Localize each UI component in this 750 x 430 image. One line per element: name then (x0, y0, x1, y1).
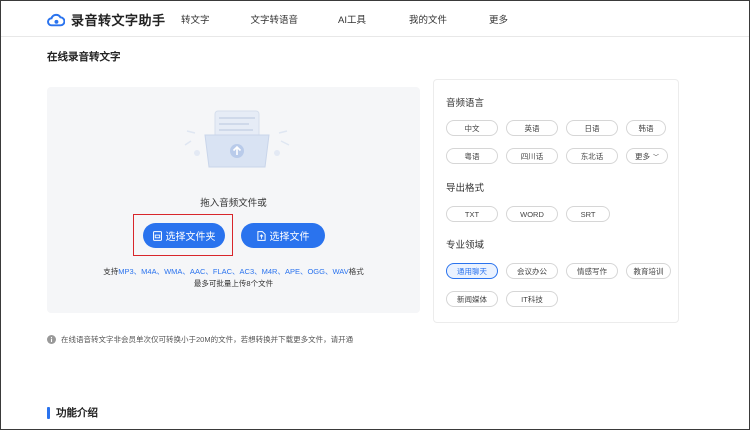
upload-limit: 最多可批量上传8个文件 (193, 279, 274, 288)
lang-option-korean[interactable]: 韩语 (626, 120, 666, 136)
nav-item-ai-tools[interactable]: AI工具 (338, 12, 366, 26)
cloud-logo-icon (47, 13, 65, 26)
section-title: 功能介绍 (56, 407, 98, 419)
nav-item-my-files[interactable]: 我的文件 (409, 12, 447, 26)
supported-formats: 支持MP3、M4A、WMA、AAC、FLAC、AC3、M4R、APE、OGG、W… (103, 267, 364, 276)
select-folder-label: 选择文件夹 (165, 232, 216, 243)
nav-item-more[interactable]: 更多 (489, 12, 508, 26)
lang-option-japanese[interactable]: 日语 (566, 120, 618, 136)
domain-option-meeting[interactable]: 会议办公 (506, 263, 558, 279)
export-title: 导出格式 (446, 183, 485, 194)
page-title: 在线录音转文字 (47, 51, 121, 63)
lang-more-dropdown[interactable]: 更多 ﹀ (626, 148, 668, 164)
notice-text: 在线语音转文字非会员单次仅可转换小于20M的文件，若想转换并下载更多文件，请开通 (61, 335, 354, 344)
member-notice: 在线语音转文字非会员单次仅可转换小于20M的文件，若想转换并下载更多文件，请开通 (47, 334, 353, 345)
features-section-heading: 功能介绍 (47, 405, 98, 420)
folder-icon (152, 230, 162, 241)
export-option-word[interactable]: WORD (506, 206, 558, 222)
app-logo[interactable]: 录音转文字助手 (47, 10, 166, 29)
lang-option-sichuanese[interactable]: 四川话 (506, 148, 558, 164)
domain-option-emotional-writing[interactable]: 情感写作 (566, 263, 618, 279)
nav-item-transcribe[interactable]: 转文字 (181, 12, 210, 26)
domain-option-education[interactable]: 教育培训 (626, 263, 671, 279)
app-title: 录音转文字助手 (71, 13, 166, 28)
upload-dropzone[interactable]: 拖入音频文件或 选择文件夹 选择文件 支持MP3、M4A、WMA、AAC、FLA… (47, 87, 420, 313)
domain-option-it-tech[interactable]: IT科技 (506, 291, 558, 307)
lang-option-chinese[interactable]: 中文 (446, 120, 498, 136)
drag-drop-hint: 拖入音频文件或 (200, 198, 267, 209)
options-panel: 音频语言 中文 英语 日语 韩语 粤语 四川话 东北话 更多 ﹀ 导出格式 TXT… (433, 79, 679, 323)
domain-title: 专业领域 (446, 240, 485, 251)
language-title: 音频语言 (446, 98, 485, 109)
main-nav: 转文字 文字转语音 AI工具 我的文件 更多 (181, 12, 508, 26)
select-folder-button[interactable]: 选择文件夹 (143, 223, 225, 248)
chevron-down-icon: ﹀ (652, 154, 659, 161)
formats-list: MP3、M4A、WMA、AAC、FLAC、AC3、M4R、APE、OGG、WAV (118, 267, 349, 276)
lang-option-english[interactable]: 英语 (506, 120, 558, 136)
domain-option-news-media[interactable]: 新闻媒体 (446, 291, 498, 307)
section-accent-bar (47, 406, 50, 419)
select-file-button[interactable]: 选择文件 (241, 223, 325, 248)
export-option-txt[interactable]: TXT (446, 206, 498, 222)
domain-option-general-chat[interactable]: 通用聊天 (446, 263, 498, 279)
lang-option-cantonese[interactable]: 粤语 (446, 148, 498, 164)
upload-folder-illustration-icon (184, 110, 290, 168)
export-option-srt[interactable]: SRT (566, 206, 610, 222)
info-icon (47, 335, 56, 344)
lang-option-northeastern[interactable]: 东北话 (566, 148, 618, 164)
file-icon (256, 230, 266, 241)
top-header: 录音转文字助手 转文字 文字转语音 AI工具 我的文件 更多 (1, 1, 749, 37)
nav-item-tts[interactable]: 文字转语音 (251, 12, 299, 26)
select-file-label: 选择文件 (269, 232, 310, 243)
